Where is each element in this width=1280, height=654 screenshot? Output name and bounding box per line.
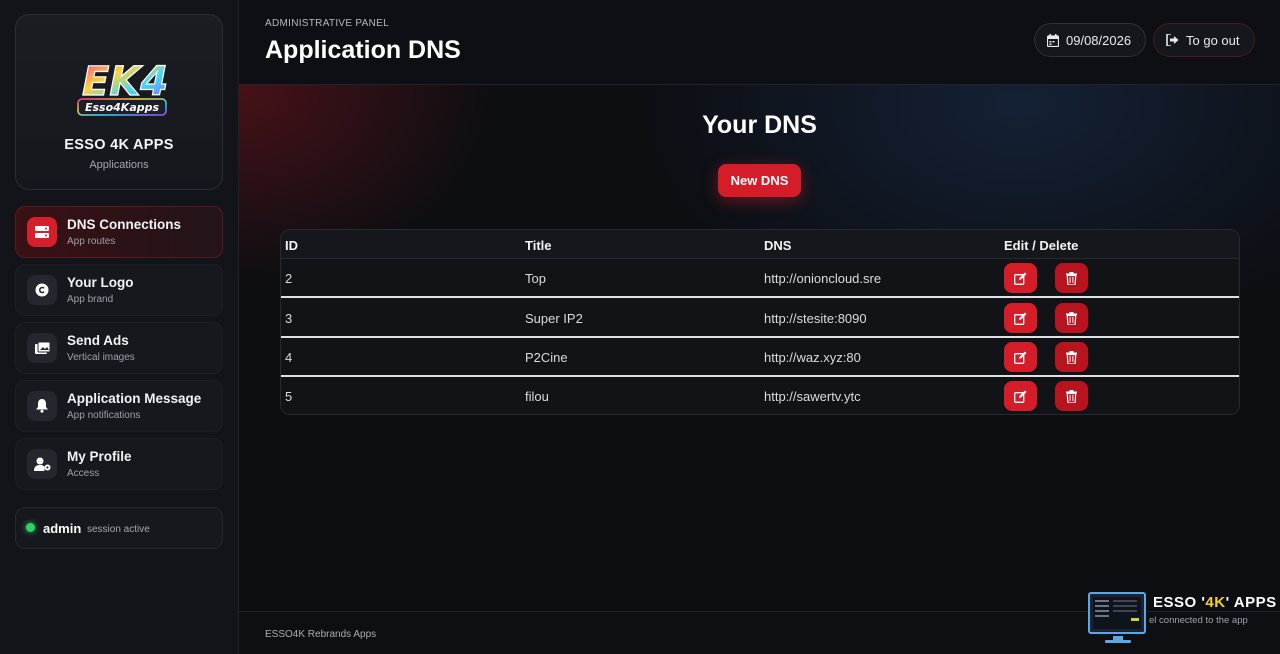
cell-dns: http://onioncloud.sre [764, 271, 882, 286]
delete-button[interactable] [1055, 381, 1088, 411]
sidebar-item-subtitle: App notifications [67, 410, 141, 421]
delete-button[interactable] [1055, 303, 1088, 333]
cell-id: 4 [285, 350, 293, 365]
dns-table: ID Title DNS Edit / Delete 2 Top http://… [280, 229, 1240, 415]
header-eyebrow: ADMINISTRATIVE PANEL [265, 18, 389, 29]
promo-title: ESSO '4K' APPS [1153, 594, 1277, 611]
promo-subtitle: el connected to the app [1149, 615, 1248, 626]
edit-button[interactable] [1004, 263, 1037, 293]
edit-icon [1014, 272, 1027, 285]
server-icon [27, 217, 57, 247]
sidebar-item-dns-connections[interactable]: DNS Connections App routes [15, 206, 223, 258]
delete-button[interactable] [1055, 263, 1088, 293]
online-indicator [26, 523, 35, 532]
table-row: 4 P2Cine http://waz.xyz:80 [281, 338, 1239, 377]
current-date: 09/08/2026 [1066, 32, 1132, 48]
sidebar-item-send-ads[interactable]: Send Ads Vertical images [15, 322, 223, 374]
section-title: Your DNS [702, 111, 817, 139]
user-gear-icon [27, 449, 57, 479]
brand-subtitle: Applications [89, 159, 149, 171]
sidebar-item-subtitle: Vertical images [67, 352, 135, 363]
delete-button[interactable] [1055, 342, 1088, 372]
session-text: session active [87, 524, 150, 535]
table-row: 3 Super IP2 http://stesite:8090 [281, 299, 1239, 338]
top-header: ADMINISTRATIVE PANEL Application DNS 09/… [239, 0, 1280, 85]
edit-icon [1014, 312, 1027, 325]
new-dns-button[interactable]: New DNS [718, 164, 801, 197]
promo-watermark: ESSO '4K' APPS el connected to the app [1087, 592, 1280, 654]
sidebar-item-title: Send Ads [67, 333, 129, 348]
trash-icon [1066, 389, 1077, 403]
cell-dns: http://sawertv.ytc [764, 389, 861, 404]
page-title: Application DNS [265, 36, 461, 64]
logout-label: To go out [1186, 32, 1240, 48]
column-header-id: ID [285, 238, 298, 253]
main-content: Your DNS New DNS ID Title DNS Edit / Del… [239, 85, 1280, 611]
cell-id: 2 [285, 271, 293, 286]
footer: ESSO4K Rebrands Apps ESSO '4K' APPS el c… [239, 592, 1280, 654]
brand-card: EK4 Esso4Kapps ESSO 4K APPS Applications [15, 14, 223, 190]
date-badge: 09/08/2026 [1034, 23, 1146, 57]
edit-button[interactable] [1004, 342, 1037, 372]
sidebar-item-title: My Profile [67, 449, 132, 464]
sidebar-item-subtitle: Access [67, 468, 100, 479]
cell-title: Super IP2 [525, 311, 583, 326]
cell-id: 5 [285, 389, 293, 404]
cell-dns: http://stesite:8090 [764, 311, 867, 326]
copyright-icon [27, 275, 57, 305]
cell-title: P2Cine [525, 350, 568, 365]
table-row: 2 Top http://onioncloud.sre [281, 259, 1239, 298]
calendar-icon [1047, 33, 1059, 47]
images-icon [27, 333, 57, 363]
cell-title: filou [525, 389, 549, 404]
edit-button[interactable] [1004, 381, 1037, 411]
sidebar-item-subtitle: App routes [67, 236, 116, 247]
edit-icon [1014, 390, 1027, 403]
edit-button[interactable] [1004, 303, 1037, 333]
logo-subtext: Esso4Kapps [85, 101, 160, 114]
trash-icon [1066, 271, 1077, 285]
column-header-actions: Edit / Delete [1004, 238, 1079, 253]
cell-title: Top [525, 271, 546, 286]
sign-out-icon [1166, 34, 1179, 46]
sidebar-item-title: Application Message [67, 391, 202, 406]
cell-id: 3 [285, 311, 293, 326]
column-header-dns: DNS [764, 238, 792, 253]
column-header-title: Title [525, 238, 552, 253]
sidebar-item-application-message[interactable]: Application Message App notifications [15, 380, 223, 432]
brand-logo: EK4 Esso4Kapps [77, 58, 169, 116]
sidebar-item-my-profile[interactable]: My Profile Access [15, 438, 223, 490]
sidebar-item-your-logo[interactable]: Your Logo App brand [15, 264, 223, 316]
sidebar: EK4 Esso4Kapps ESSO 4K APPS Applications… [0, 0, 239, 654]
table-header: ID Title DNS Edit / Delete [281, 230, 1239, 259]
footer-text: ESSO4K Rebrands Apps [265, 629, 377, 640]
bell-icon [27, 391, 57, 421]
cell-dns: http://waz.xyz:80 [764, 350, 861, 365]
edit-icon [1014, 351, 1027, 364]
sidebar-item-subtitle: App brand [67, 294, 114, 305]
monitor-icon [1088, 592, 1146, 643]
sidebar-item-title: DNS Connections [67, 217, 182, 232]
brand-name: ESSO 4K APPS [64, 137, 174, 153]
trash-icon [1066, 311, 1077, 325]
table-row: 5 filou http://sawertv.ytc [281, 377, 1239, 414]
session-user: admin [43, 521, 82, 536]
logout-button[interactable]: To go out [1153, 23, 1255, 57]
svg-text:EK4: EK4 [82, 59, 168, 105]
trash-icon [1066, 350, 1077, 364]
session-status: admin session active [15, 507, 223, 549]
sidebar-item-title: Your Logo [67, 275, 134, 290]
